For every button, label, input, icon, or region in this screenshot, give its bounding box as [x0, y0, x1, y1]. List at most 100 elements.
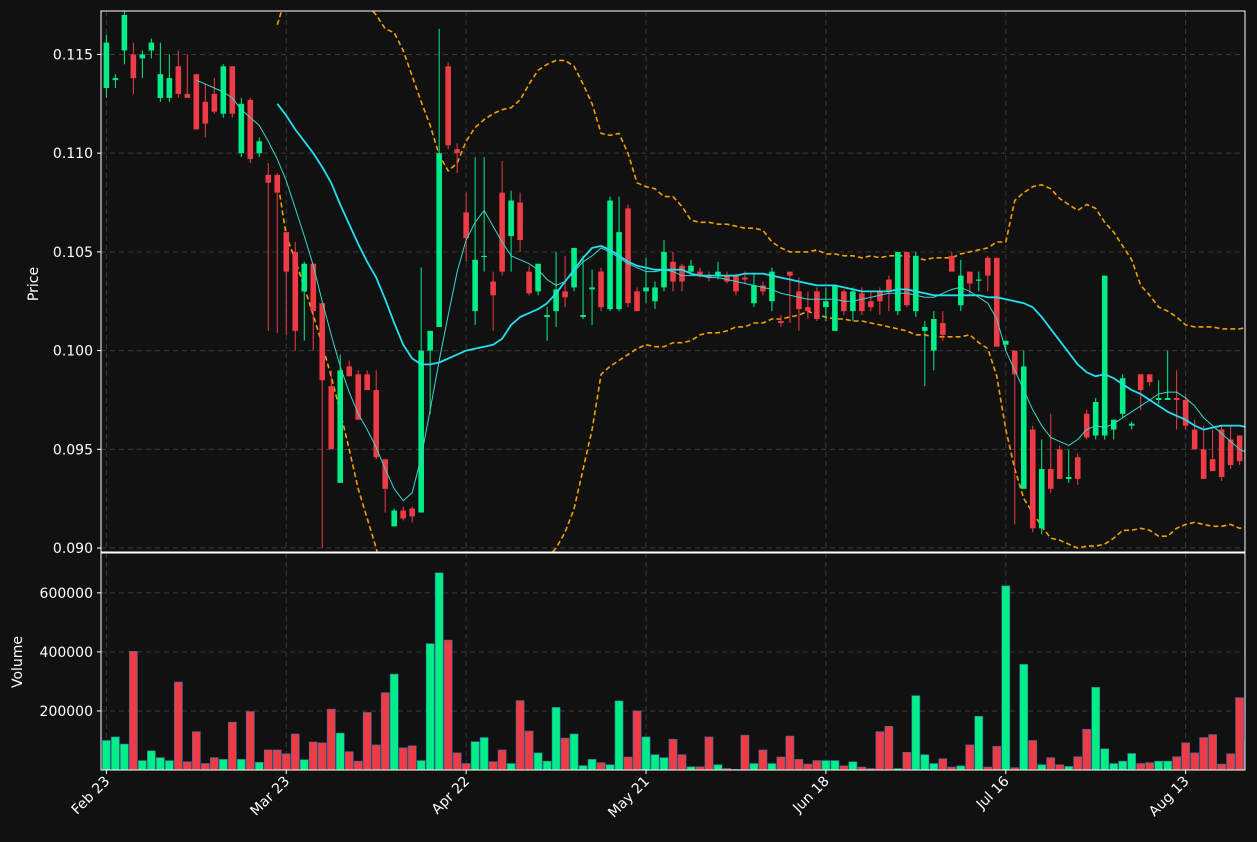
volume-bar [407, 745, 417, 770]
volume-bar [353, 760, 363, 770]
volume-bar [111, 736, 120, 770]
volume-bar [497, 749, 507, 770]
volume-bar [488, 761, 498, 770]
candle-body [751, 285, 757, 304]
volume-bar [317, 742, 327, 770]
candle-body [679, 265, 685, 282]
price-tick-label: 0.115 [53, 47, 93, 63]
volume-bar [812, 760, 822, 770]
candle-body [1164, 397, 1171, 400]
candle-body [427, 330, 433, 351]
candle-body [328, 386, 335, 450]
volume-bar [659, 757, 669, 770]
volume-bar [209, 757, 219, 770]
volume-bar [1091, 687, 1101, 770]
volume-axis: 200000 400000 600000 [40, 586, 101, 720]
x-tick-label: May 21 [605, 774, 653, 822]
volume-tick-label: 600000 [40, 586, 93, 602]
volume-bar [1226, 753, 1235, 770]
candle-body [1137, 374, 1144, 391]
candle-body [589, 287, 595, 290]
candle-body [958, 275, 964, 306]
candle-body [391, 510, 397, 527]
volume-bar [1190, 752, 1199, 770]
volume-bar [596, 762, 606, 770]
volume-bar [578, 765, 588, 770]
volume-bar [173, 681, 183, 770]
volume-bar [470, 741, 480, 770]
volume-bar [749, 763, 759, 770]
volume-bar [1001, 585, 1011, 770]
volume-bar [533, 752, 543, 770]
candle-body [1191, 429, 1198, 450]
candle-body [877, 291, 883, 302]
candle-body [112, 78, 119, 81]
candle-body [103, 42, 110, 89]
candlestick-chart: 0.090 0.095 0.100 0.105 0.110 0.115 200000 400… [10, 10, 1246, 822]
candle-body [148, 42, 155, 51]
volume-bar [245, 711, 255, 770]
volume-bar [344, 751, 354, 770]
volume-bar [335, 732, 345, 770]
candle-body [202, 101, 209, 124]
volume-bar [965, 744, 975, 770]
candle-body [1146, 374, 1153, 383]
volume-bar [830, 760, 840, 770]
volume-bar [236, 759, 246, 770]
volume-bar [182, 761, 192, 770]
volume-bar [641, 736, 651, 770]
candle-body [139, 54, 146, 59]
candle-body [409, 508, 415, 517]
candle-body [760, 285, 766, 292]
volume-bar [380, 692, 390, 770]
candle-body [580, 315, 586, 318]
candle-body [984, 257, 991, 276]
volume-bar [1118, 760, 1128, 770]
x-tick-label: Apr 22 [429, 774, 473, 818]
volume-bar [1073, 756, 1083, 770]
candle-body [463, 212, 469, 239]
candle-body [1056, 449, 1063, 479]
volume-bar [884, 726, 894, 770]
price-tick-label: 0.095 [53, 442, 93, 458]
volume-bar [461, 763, 471, 770]
volume-bar [299, 759, 309, 770]
volume-bar [1136, 763, 1146, 770]
candle-body [454, 149, 460, 154]
candle-body [562, 291, 568, 298]
volume-bar [839, 765, 849, 770]
candle-body [499, 192, 505, 272]
candle-body [508, 200, 514, 237]
volume-bar [1082, 728, 1092, 770]
candle-body [652, 287, 658, 302]
volume-bar [129, 651, 138, 770]
volume-bar [929, 763, 939, 770]
candle-body [607, 200, 613, 310]
candle-body [598, 271, 604, 308]
volume-bar [704, 736, 714, 770]
volume-bar [1046, 757, 1056, 770]
volume-bar [227, 721, 237, 770]
volume-bar [848, 761, 858, 770]
volume-bar [218, 759, 228, 770]
candle-body [193, 74, 200, 130]
candle-body [975, 279, 982, 281]
candle-body [1047, 469, 1054, 489]
candle-body [445, 66, 451, 146]
candle-body [337, 370, 344, 483]
volume-bar [1109, 763, 1119, 770]
volume-axis-title: Volume [10, 636, 26, 688]
volume-tick-label: 200000 [40, 704, 93, 720]
volume-bar [398, 747, 408, 770]
volume-bar [785, 735, 795, 770]
candle-body [1038, 469, 1045, 529]
volume-bar [1163, 760, 1173, 770]
candle-body [292, 251, 299, 331]
volume-bar [326, 708, 336, 770]
candle-body [868, 301, 874, 308]
x-tick-label: Mar 23 [247, 774, 293, 820]
candle-body [859, 293, 865, 312]
candle-body [481, 255, 487, 258]
x-tick-label: Jun 18 [789, 774, 832, 817]
candle-body [283, 232, 290, 272]
